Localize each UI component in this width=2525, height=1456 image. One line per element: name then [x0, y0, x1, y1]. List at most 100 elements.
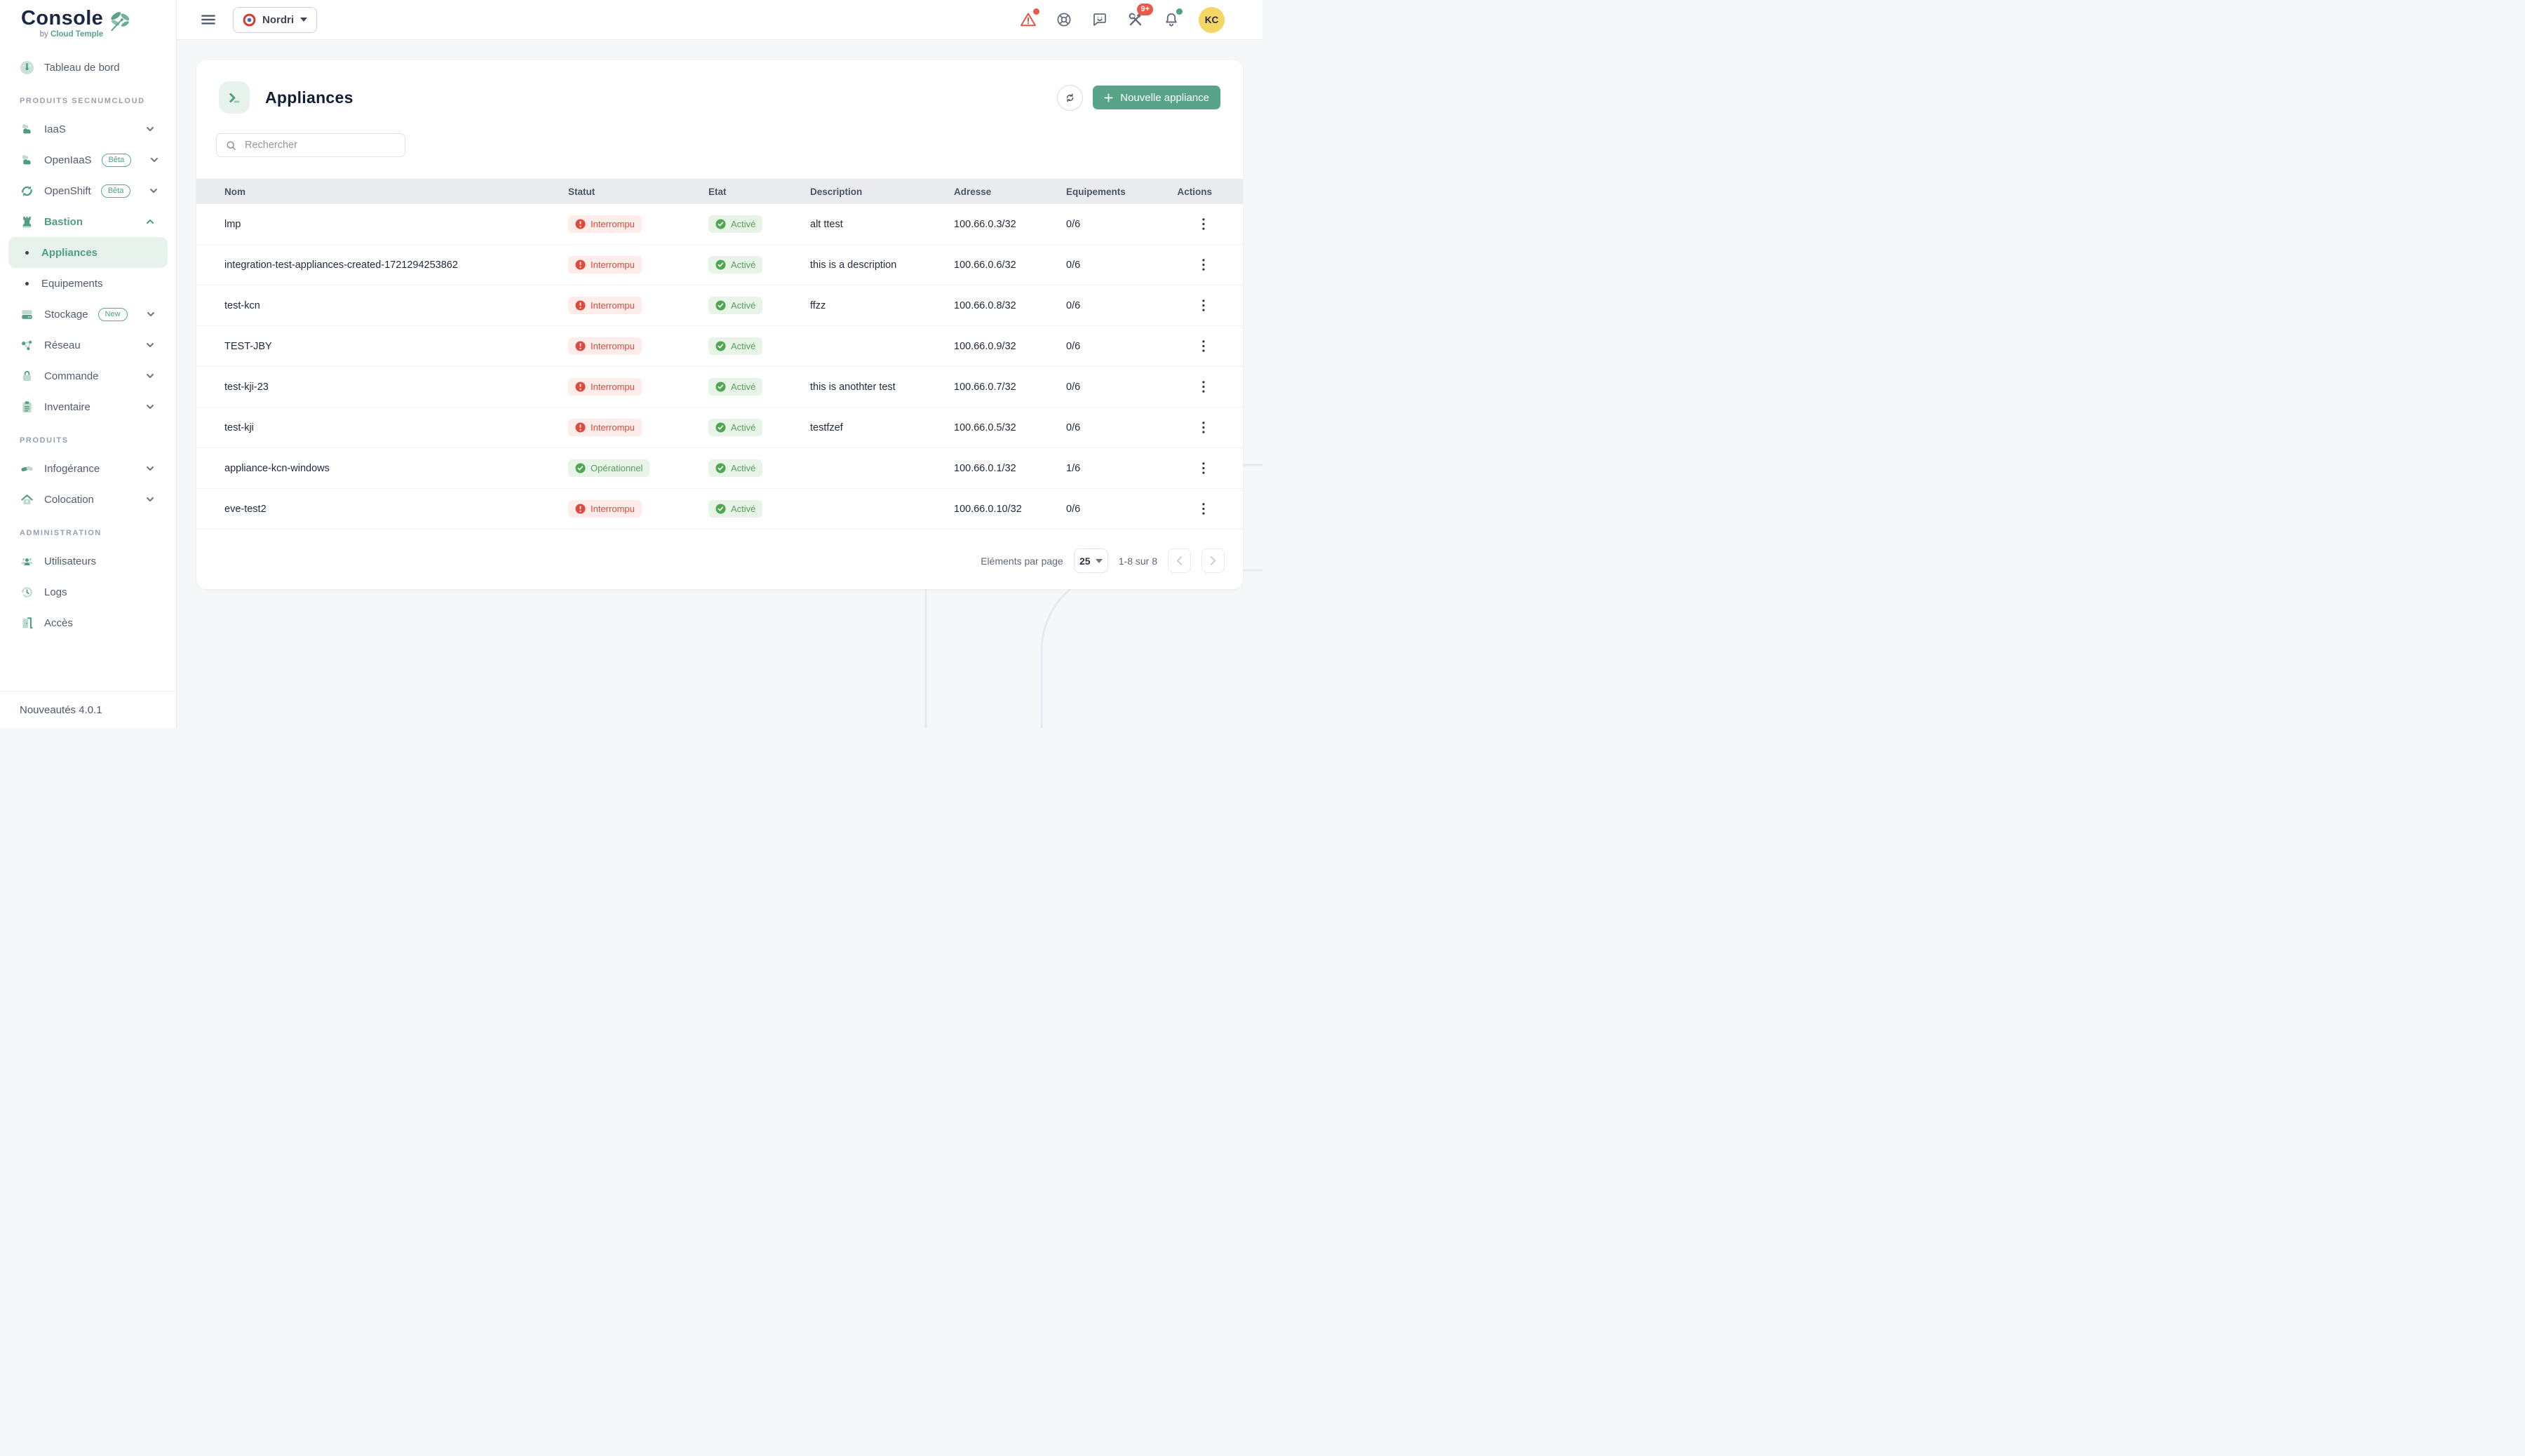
sidebar-item-tableau-de-bord[interactable]: Tableau de bord — [0, 52, 176, 83]
sidebar-item-commande[interactable]: Commande — [0, 360, 176, 391]
kebab-menu-icon — [1202, 462, 1205, 474]
sidebar-item-logs[interactable]: Logs — [0, 577, 176, 607]
column-header-actions: Actions — [1175, 187, 1243, 197]
row-actions-button[interactable] — [1195, 216, 1212, 233]
user-avatar[interactable]: KC — [1199, 7, 1225, 33]
tenant-selector[interactable]: Nordri — [233, 7, 317, 33]
nav-section-administration: ADMINISTRATION — [0, 515, 176, 546]
row-actions-button[interactable] — [1195, 297, 1212, 314]
sidebar-item-bastion[interactable]: Bastion — [0, 206, 176, 237]
prev-page-button[interactable] — [1168, 548, 1191, 573]
exclamation-circle-icon — [575, 382, 586, 392]
whats-new-link[interactable]: Nouveautés 4.0.1 — [0, 691, 176, 728]
check-circle-icon — [715, 422, 726, 433]
sidebar-item-acces[interactable]: Accès — [0, 607, 176, 638]
users-icon — [20, 554, 34, 569]
cell-nom: appliance-kcn-windows — [196, 463, 568, 474]
refresh-button[interactable] — [1057, 85, 1083, 111]
cell-adresse: 100.66.0.7/32 — [954, 382, 1066, 393]
cell-equipements: 0/6 — [1066, 219, 1175, 230]
support-button[interactable] — [1056, 11, 1072, 28]
status-badge: Opérationnel — [568, 459, 649, 477]
chevron-down-icon — [145, 371, 155, 381]
kebab-menu-icon — [1202, 218, 1205, 230]
cell-description: alt ttest — [810, 219, 954, 230]
cell-equipements: 0/6 — [1066, 341, 1175, 352]
sidebar-item-inventaire[interactable]: Inventaire — [0, 391, 176, 422]
new-appliance-button[interactable]: Nouvelle appliance — [1093, 86, 1220, 109]
chevron-up-icon — [145, 217, 155, 227]
sidebar-item-openshift[interactable]: OpenShiftBêta — [0, 175, 176, 206]
exclamation-circle-icon — [575, 504, 586, 514]
row-actions-button[interactable] — [1195, 419, 1212, 436]
pagination-bar: Eléments par page 25 1-8 sur 8 — [196, 530, 1243, 592]
page-size-select[interactable]: 25 — [1074, 548, 1108, 573]
check-circle-icon — [715, 504, 726, 514]
cell-equipements: 0/6 — [1066, 259, 1175, 271]
chevron-down-icon — [146, 309, 156, 319]
topbar-actions: 9+ KC — [1020, 7, 1225, 33]
tools-button[interactable]: 9+ — [1127, 11, 1144, 28]
search-box — [216, 133, 405, 157]
etat-badge: Activé — [708, 500, 762, 518]
kebab-menu-icon — [1202, 299, 1205, 311]
table-row: integration-test-appliances-created-1721… — [196, 245, 1243, 285]
next-page-button[interactable] — [1201, 548, 1225, 573]
kebab-menu-icon — [1202, 259, 1205, 271]
etat-badge: Activé — [708, 419, 762, 436]
search-input[interactable] — [243, 139, 396, 151]
row-actions-button[interactable] — [1195, 501, 1212, 518]
sidebar-item-reseau[interactable]: Réseau — [0, 330, 176, 360]
sidebar-item-equipements[interactable]: Equipements — [8, 268, 168, 299]
status-badge: Interrompu — [568, 419, 642, 436]
sidebar-item-openiaas[interactable]: OpenIaaSBêta — [0, 144, 176, 175]
incidents-warning-button[interactable] — [1020, 11, 1037, 28]
bastion-icon — [20, 215, 34, 229]
main-area: Nordri 9+ — [177, 0, 1262, 728]
notifications-button[interactable] — [1163, 11, 1180, 28]
column-header-description: Description — [810, 187, 954, 197]
cell-adresse: 100.66.0.8/32 — [954, 300, 1066, 311]
status-badge: Interrompu — [568, 297, 642, 314]
check-circle-icon — [715, 259, 726, 270]
cell-equipements: 0/6 — [1066, 422, 1175, 433]
check-circle-icon — [715, 219, 726, 229]
sidebar-item-stockage[interactable]: StockageNew — [0, 299, 176, 330]
status-badge: Interrompu — [568, 215, 642, 233]
chevron-down-icon — [145, 464, 155, 473]
cell-adresse: 100.66.0.5/32 — [954, 422, 1066, 433]
feedback-button[interactable] — [1091, 11, 1108, 28]
logo-subtitle: by Cloud Temple — [40, 30, 104, 39]
cell-adresse: 100.66.0.10/32 — [954, 504, 1066, 515]
bullet-icon — [25, 282, 29, 285]
row-actions-button[interactable] — [1195, 338, 1212, 355]
logo-title: Console — [21, 8, 103, 29]
cell-nom: test-kcn — [196, 300, 568, 311]
sidebar-item-utilisateurs[interactable]: Utilisateurs — [0, 546, 176, 577]
sidebar-item-appliances[interactable]: Appliances — [8, 237, 168, 268]
hamburger-menu-button[interactable] — [199, 11, 217, 29]
nav-section-produits: PRODUITS — [0, 422, 176, 453]
row-actions-button[interactable] — [1195, 257, 1212, 274]
column-header-statut: Statut — [568, 187, 708, 197]
table-row: lmpInterrompuActivéalt ttest100.66.0.3/3… — [196, 204, 1243, 245]
sidebar-item-infogerance[interactable]: Infogérance — [0, 453, 176, 484]
table-row: appliance-kcn-windowsOpérationnelActivé1… — [196, 448, 1243, 489]
table-row: test-kcnInterrompuActivéffzz100.66.0.8/3… — [196, 285, 1243, 326]
door-icon — [20, 616, 34, 631]
etat-badge: Activé — [708, 297, 762, 314]
openshift-icon — [20, 184, 34, 198]
cell-nom: eve-test2 — [196, 504, 568, 515]
sidebar-item-iaas[interactable]: IaaS — [0, 114, 176, 144]
row-actions-button[interactable] — [1195, 379, 1212, 396]
row-actions-button[interactable] — [1195, 460, 1212, 477]
cell-adresse: 100.66.0.9/32 — [954, 341, 1066, 352]
chevron-down-icon — [145, 124, 155, 134]
status-badge: Interrompu — [568, 378, 642, 396]
sidebar-nav: Tableau de bordPRODUITS SECNUMCLOUDIaaSO… — [0, 46, 176, 691]
sidebar-item-colocation[interactable]: Colocation — [0, 484, 176, 515]
content-area: Appliances Nouvelle appliance — [177, 40, 1262, 728]
kebab-menu-icon — [1202, 340, 1205, 352]
chevron-down-icon — [149, 186, 159, 196]
lifebuoy-icon — [1056, 11, 1072, 28]
